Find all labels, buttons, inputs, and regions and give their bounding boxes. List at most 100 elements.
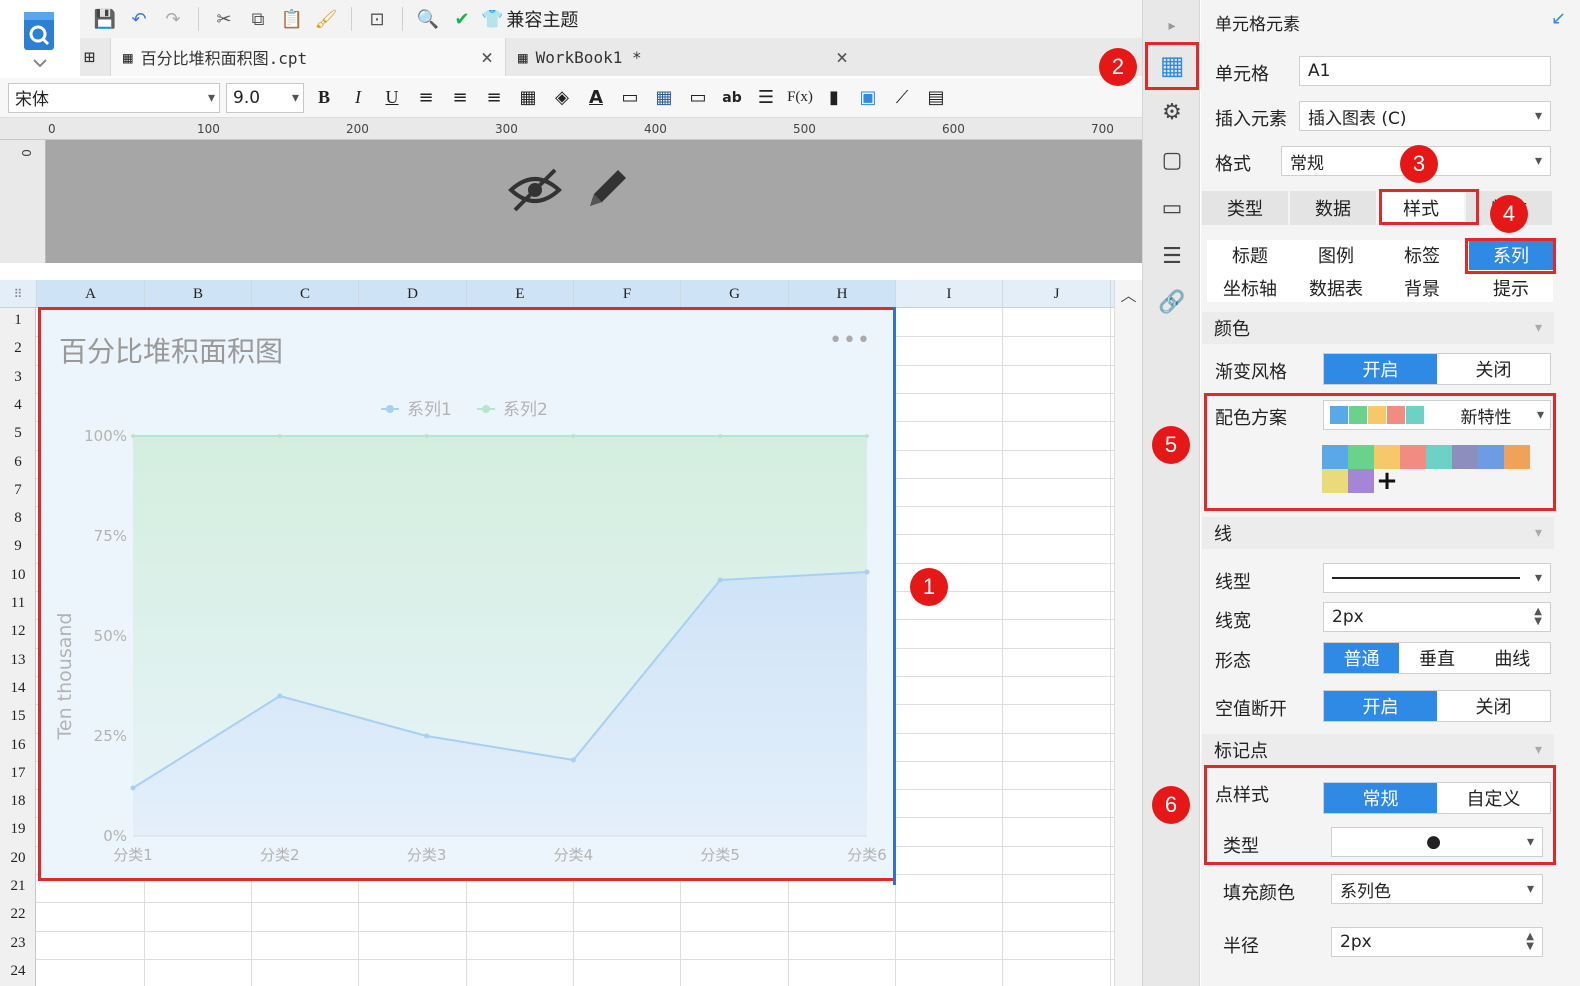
insert-element-select[interactable]: 插入图表 (C) ▾: [1299, 101, 1551, 131]
cell-field[interactable]: A1: [1299, 56, 1551, 86]
column-G[interactable]: G: [681, 280, 789, 308]
spinner-arrows-icon[interactable]: ▲ ▼: [1534, 607, 1542, 627]
tab-type[interactable]: 类型: [1202, 191, 1290, 225]
row-header-cell[interactable]: 23: [0, 935, 36, 952]
font-color-icon[interactable]: A: [582, 84, 610, 112]
row-header-cell[interactable]: 22: [0, 906, 36, 923]
formula-icon[interactable]: F(x): [786, 84, 814, 112]
row-header-cell[interactable]: 21: [0, 878, 36, 895]
undo-icon[interactable]: ↶: [124, 4, 154, 34]
scroll-up-icon[interactable]: ︿: [1115, 282, 1142, 306]
gradient-on[interactable]: 开启: [1324, 354, 1437, 384]
table-icon[interactable]: ▦: [650, 84, 678, 112]
close-tab-icon[interactable]: ×: [818, 45, 848, 69]
format-painter-icon[interactable]: 🖌: [311, 4, 341, 34]
align-center-icon[interactable]: ≡: [446, 84, 474, 112]
underline-icon[interactable]: U: [378, 84, 406, 112]
close-tab-icon[interactable]: ×: [463, 45, 493, 69]
subtab-datasheet[interactable]: 数据表: [1293, 275, 1379, 301]
chart-component[interactable]: 百分比堆积面积图 ••• 0% 25% 50% 75% 100% 分类1 分类2 分类3 分类4…: [38, 307, 896, 881]
row-header-cell[interactable]: 14: [0, 680, 36, 697]
fill-color-select[interactable]: 系列色 ▾: [1331, 874, 1543, 904]
text-icon[interactable]: ab: [718, 84, 746, 112]
tab-report[interactable]: ▦ 百分比堆积面积图.cpt ×: [110, 38, 506, 76]
row-header-cell[interactable]: 7: [0, 482, 36, 499]
image-icon[interactable]: ▣: [854, 84, 882, 112]
insert-row-icon[interactable]: ▭: [684, 84, 712, 112]
gradient-off[interactable]: 关闭: [1437, 354, 1550, 384]
row-header-cell[interactable]: 13: [0, 652, 36, 669]
column-I[interactable]: I: [896, 280, 1003, 308]
shape-vertical[interactable]: 垂直: [1399, 643, 1474, 673]
spinner-arrows-icon[interactable]: ▲ ▼: [1526, 932, 1534, 952]
redo-icon[interactable]: ↷: [158, 4, 188, 34]
row-header-cell[interactable]: 4: [0, 397, 36, 414]
subtab-axis[interactable]: 坐标轴: [1207, 275, 1293, 301]
subtab-background[interactable]: 背景: [1379, 275, 1465, 301]
column-H[interactable]: H: [789, 280, 896, 308]
fill-color-icon[interactable]: ◈: [548, 84, 576, 112]
row-header-cell[interactable]: 15: [0, 708, 36, 725]
row-header-cell[interactable]: 16: [0, 737, 36, 754]
subtab-title[interactable]: 标题: [1207, 242, 1293, 268]
slash-icon[interactable]: ⟋: [888, 84, 916, 112]
null-break-off[interactable]: 关闭: [1437, 691, 1550, 721]
hide-icon[interactable]: [505, 166, 565, 214]
row-header-cell[interactable]: 19: [0, 821, 36, 838]
row-header-cell[interactable]: 1: [0, 312, 36, 329]
bold-icon[interactable]: B: [310, 84, 338, 112]
color-section-header[interactable]: 颜色 ▾: [1202, 312, 1554, 344]
font-family-select[interactable]: 宋体 ▾: [8, 82, 220, 113]
app-logo[interactable]: [0, 0, 80, 76]
row-header-cell[interactable]: 20: [0, 850, 36, 867]
cell-attribute-icon[interactable]: ⚙: [1154, 94, 1190, 130]
align-left-icon[interactable]: ≡: [412, 84, 440, 112]
row-header-cell[interactable]: 9: [0, 538, 36, 555]
column-F[interactable]: F: [574, 280, 681, 308]
cut-icon[interactable]: ✂: [209, 4, 239, 34]
row-header-cell[interactable]: 5: [0, 425, 36, 442]
shape-curve[interactable]: 曲线: [1475, 643, 1550, 673]
row-header-cell[interactable]: 6: [0, 454, 36, 471]
line-section-header[interactable]: 线 ▾: [1202, 517, 1554, 549]
check-icon[interactable]: ✔: [447, 4, 477, 34]
collapse-arrow-icon[interactable]: ↙: [1551, 8, 1566, 29]
widget-settings-icon[interactable]: ▭: [1154, 190, 1190, 226]
row-header-cell[interactable]: 2: [0, 340, 36, 357]
subtab-label[interactable]: 标签: [1379, 242, 1465, 268]
theme-button[interactable]: 👕 兼容主题: [481, 4, 578, 34]
save-icon[interactable]: 💾: [90, 4, 120, 34]
italic-icon[interactable]: I: [344, 84, 372, 112]
copy-icon[interactable]: ⧉: [243, 4, 273, 34]
row-header-cell[interactable]: 18: [0, 793, 36, 810]
bar-chart-icon[interactable]: ▮: [820, 84, 848, 112]
row-header-cell[interactable]: 3: [0, 369, 36, 386]
shape-normal[interactable]: 普通: [1324, 643, 1400, 673]
row-header-cell[interactable]: 12: [0, 623, 36, 640]
tab-data[interactable]: 数据: [1290, 191, 1378, 225]
edit-pencil-icon[interactable]: [582, 164, 632, 214]
align-right-icon[interactable]: ≡: [480, 84, 508, 112]
row-header-cell[interactable]: 17: [0, 765, 36, 782]
font-size-select[interactable]: 9.0 ▾: [226, 82, 304, 113]
float-element-icon[interactable]: ▢: [1154, 142, 1190, 178]
column-D[interactable]: D: [359, 280, 467, 308]
preview-icon[interactable]: 🔍: [413, 4, 443, 34]
grid-toggle-icon[interactable]: ⊞: [80, 38, 110, 76]
subtab-tooltip[interactable]: 提示: [1469, 275, 1553, 301]
row-header-cell[interactable]: 10: [0, 567, 36, 584]
border-icon[interactable]: ▦: [514, 84, 542, 112]
row-header-cell[interactable]: 8: [0, 510, 36, 527]
condition-attribute-icon[interactable]: ☰: [1154, 238, 1190, 274]
merge-cell-icon[interactable]: ▭: [616, 84, 644, 112]
paragraph-icon[interactable]: ☰: [752, 84, 780, 112]
sub-report-icon[interactable]: ▤: [922, 84, 950, 112]
template-dataset-icon[interactable]: ⊡: [362, 4, 392, 34]
column-E[interactable]: E: [467, 280, 574, 308]
column-C[interactable]: C: [252, 280, 359, 308]
expand-arrow-icon[interactable]: ▸: [1154, 8, 1190, 44]
paste-icon[interactable]: 📋: [277, 4, 307, 34]
tab-workbook[interactable]: ▦ WorkBook1 * ×: [506, 38, 860, 76]
column-B[interactable]: B: [145, 280, 252, 308]
null-break-on[interactable]: 开启: [1324, 691, 1437, 721]
